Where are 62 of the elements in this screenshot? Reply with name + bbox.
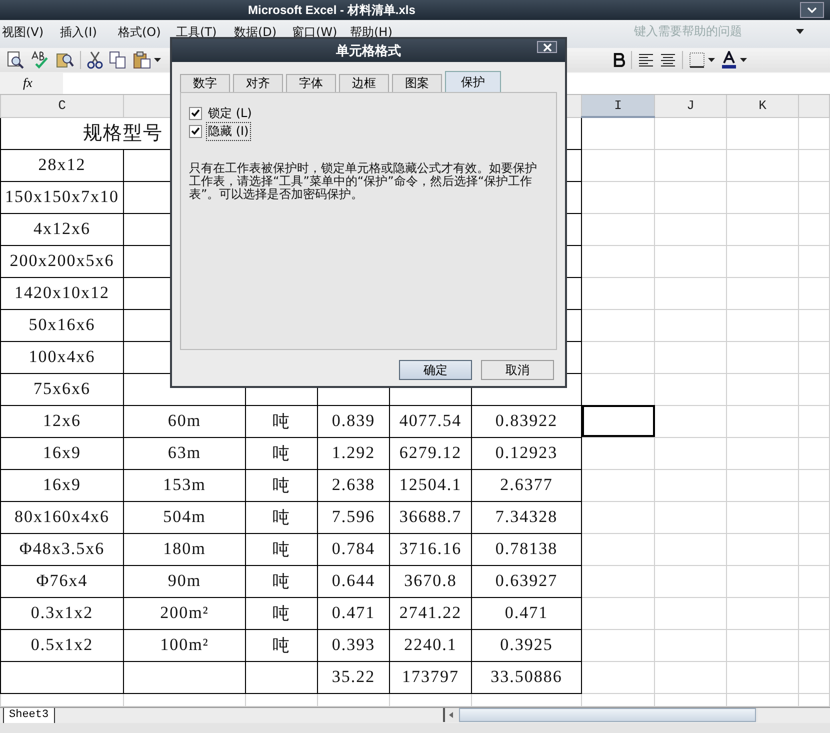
table-cell: 12504.1 [390, 469, 472, 501]
table-cell: 吨 [246, 469, 318, 501]
table-cell: 28x12 [0, 149, 124, 181]
table-cell: 1.292 [318, 437, 390, 469]
table-cell: 35.22 [318, 661, 390, 693]
table-cell: 3670.8 [390, 565, 472, 597]
table-cell: 16x9 [0, 437, 124, 469]
table-cell: 63m [124, 437, 246, 469]
table-cell: Φ48x3.5x6 [0, 533, 124, 565]
table-cell: Φ76x4 [0, 565, 124, 597]
table-cell: 2741.22 [390, 597, 472, 629]
table-cell: 吨 [246, 629, 318, 661]
table-cell: 150x150x7x10 [0, 181, 124, 213]
table-cell: 2.638 [318, 469, 390, 501]
table-cell: 7.34328 [472, 501, 582, 533]
table-cell: 吨 [246, 405, 318, 437]
table-cell: 60m [124, 405, 246, 437]
table-cell: 504m [124, 501, 246, 533]
table-cell: 4x12x6 [0, 213, 124, 245]
table-cell: 7.596 [318, 501, 390, 533]
table-cell: 153m [124, 469, 246, 501]
table-cell: 3716.16 [390, 533, 472, 565]
table-cell: 0.12923 [472, 437, 582, 469]
table-cell: 200m² [124, 597, 246, 629]
table-cell: 36688.7 [390, 501, 472, 533]
table-cell: 75x6x6 [0, 373, 124, 405]
note-text: 只有在工作表被保护时，锁定单元格或隐藏公式才有效。如要保护工作表，请选择“工具”菜单中的“保护”命令，然后选择“保护工作表”。可以选择是否加密码保护。 [189, 162, 538, 201]
table-cell: 吨 [246, 597, 318, 629]
table-cell: 0.644 [318, 565, 390, 597]
dialog-title: 单元格格式 [336, 42, 401, 60]
table-cell: 4077.54 [390, 405, 472, 437]
table-cell: 吨 [246, 437, 318, 469]
table-cell: 1420x10x12 [0, 277, 124, 309]
table-cell: 50x16x6 [0, 309, 124, 341]
table-cell: 吨 [246, 565, 318, 597]
table-cell: 0.839 [318, 405, 390, 437]
table-cell: 200x200x5x6 [0, 245, 124, 277]
table-cell: 16x9 [0, 469, 124, 501]
table-cell: 90m [124, 565, 246, 597]
table-cell: 吨 [246, 533, 318, 565]
window-title: Microsoft Excel - 材料清单.xls [248, 2, 416, 18]
table-cell: 0.471 [318, 597, 390, 629]
table-cell: 180m [124, 533, 246, 565]
table-cell: 吨 [246, 501, 318, 533]
table-cell: 0.78138 [472, 533, 582, 565]
table-cell: 6279.12 [390, 437, 472, 469]
table-cell: 173797 [390, 661, 472, 693]
table-cell: 0.471 [472, 597, 582, 629]
table-cell: 33.50886 [472, 661, 582, 693]
table-cell: 100m² [124, 629, 246, 661]
table-cell: 80x160x4x6 [0, 501, 124, 533]
table-cell: 12x6 [0, 405, 124, 437]
table-cell: 0.63927 [472, 565, 582, 597]
table-cell: 0.5x1x2 [0, 629, 124, 661]
table-cell: 0.784 [318, 533, 390, 565]
table-cell: 0.83922 [472, 405, 582, 437]
table-cell: 0.3925 [472, 629, 582, 661]
table-cell: 100x4x6 [0, 341, 124, 373]
table-cell: 2240.1 [390, 629, 472, 661]
table-cell: 0.393 [318, 629, 390, 661]
table-cell: 0.3x1x2 [0, 597, 124, 629]
table-cell: 2.6377 [472, 469, 582, 501]
